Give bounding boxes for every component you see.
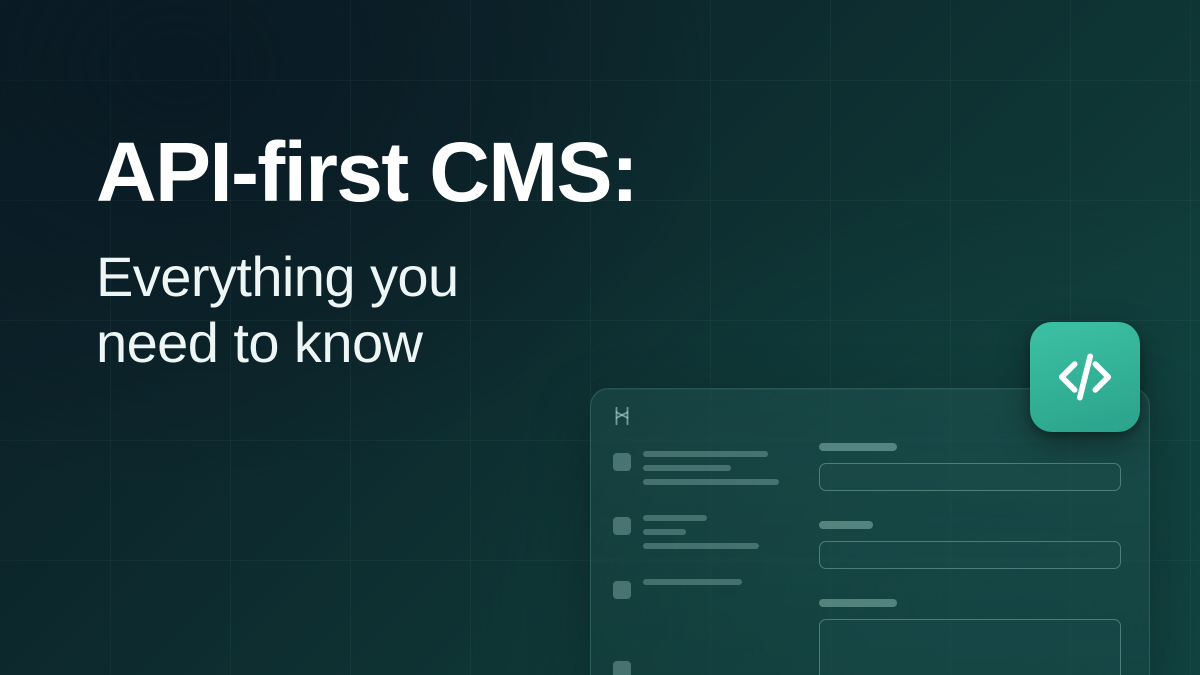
placeholder-icon [613,453,631,471]
code-icon [1054,346,1116,408]
placeholder-icon [613,517,631,535]
illustration-nav-item [613,451,785,485]
illustration-form [819,443,1121,675]
hygraph-logo-icon [611,405,633,427]
code-badge [1030,322,1140,432]
illustration-field [819,443,1121,491]
hero-subtitle-line2: need to know [96,311,422,374]
hero-text: API-first CMS: Everything you need to kn… [96,128,637,376]
illustration-field [819,521,1121,569]
illustration-nav-item [613,579,785,599]
hero-title: API-first CMS: [96,128,637,216]
illustration-sidebar [613,451,785,675]
illustration-nav-item [613,515,785,549]
hero-subtitle-line1: Everything you [96,245,459,308]
placeholder-icon [613,581,631,599]
illustration-nav-item [613,659,785,675]
illustration-field [819,599,1121,675]
placeholder-icon [613,661,631,675]
hero-subtitle: Everything you need to know [96,244,637,376]
